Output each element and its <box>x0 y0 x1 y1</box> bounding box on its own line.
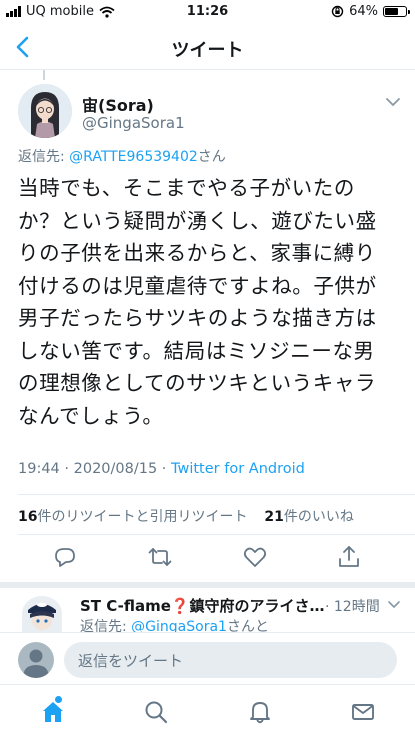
thread-line <box>43 70 45 80</box>
tweet-line: なんでしょう。 <box>18 403 164 428</box>
divider <box>18 494 415 495</box>
reply-icon[interactable] <box>52 544 78 570</box>
reply-time: · 12時間 <box>325 599 380 615</box>
home-icon[interactable] <box>40 699 66 725</box>
retweets-label: 件のリツイートと引用リツイート <box>37 509 248 525</box>
search-icon[interactable] <box>143 699 169 725</box>
tweet-line: か？という疑問が湧くし、遊びたい盛 <box>18 208 377 233</box>
reply-author-name[interactable]: ST C-flame❓鎮守府のアライさ… <box>80 595 325 616</box>
tweet-timestamp: 19:44 · 2020/08/15 · <box>18 461 172 477</box>
likes-label: 件のいいね <box>283 509 354 525</box>
tweet-stats: 16件のリツイートと引用リツイート 21件のいいね <box>18 506 354 526</box>
notifications-icon[interactable] <box>247 699 273 725</box>
tweet-actions <box>0 544 415 574</box>
like-icon[interactable] <box>242 544 268 570</box>
section-separator <box>0 582 415 588</box>
chevron-down-icon[interactable] <box>387 600 401 610</box>
author-avatar[interactable] <box>18 84 72 138</box>
tweet-source-link[interactable]: Twitter for Android <box>171 461 305 477</box>
battery-percent: 64% <box>349 4 378 19</box>
chevron-down-icon[interactable] <box>385 96 401 108</box>
nav-bar: ツイート <box>0 24 415 70</box>
tweet-line: 男子だったらサツキのような描き方は <box>18 306 377 330</box>
divider <box>18 534 415 535</box>
status-bar: UQ mobile 11:26 64% <box>0 0 415 24</box>
avatar-illustration <box>18 84 72 138</box>
tweet-text: 当時でも、そこまでやる子がいたの か？という疑問が湧くし、遊びたい盛 りの子供を… <box>18 172 406 432</box>
tweet-line: 当時でも、そこまでやる子がいたの <box>18 176 355 200</box>
likes-count: 21 <box>264 509 284 525</box>
share-icon[interactable] <box>336 544 362 570</box>
reply-suffix: さん <box>197 149 226 165</box>
retweet-icon[interactable] <box>147 544 173 570</box>
user-avatar[interactable] <box>18 642 54 678</box>
compose-bar: 返信をツイート <box>0 632 415 684</box>
reply-input[interactable]: 返信をツイート <box>64 642 397 678</box>
reply-context: 返信先: @RATTE96539402さん <box>18 146 226 166</box>
tab-bar <box>0 684 415 739</box>
battery-icon <box>383 6 410 17</box>
default-avatar-icon <box>23 649 49 678</box>
author-display-name[interactable]: 宙(Sora) <box>82 92 154 116</box>
retweets-stat[interactable]: 16件のリツイートと引用リツイート <box>18 509 247 525</box>
tweet-line: の理想像としてのサツキというキャラ <box>18 371 377 395</box>
tweet-line: りの子供を出来るからと、家事に縛り <box>18 241 376 265</box>
page-title: ツイート <box>171 40 244 61</box>
tweet-meta: 19:44 · 2020/08/15 · Twitter for Android <box>18 461 305 477</box>
rotation-lock-icon <box>331 5 344 18</box>
likes-stat[interactable]: 21件のいいね <box>264 509 353 525</box>
reply-prefix: 返信先: <box>18 149 70 165</box>
new-content-dot <box>55 696 62 703</box>
author-handle[interactable]: @GingaSora1 <box>82 114 185 132</box>
reply-avatar-illustration <box>22 596 62 632</box>
status-right: 64% <box>331 4 410 19</box>
tweet-line: しない筈です。結局はミソジニーな男 <box>18 338 375 363</box>
messages-icon[interactable] <box>350 699 376 725</box>
tweet-line: 付けるのは児童虐待ですよね。子供が <box>18 273 377 298</box>
reply-mention-link[interactable]: @RATTE96539402 <box>69 149 198 165</box>
retweets-count: 16 <box>18 509 38 525</box>
reply-author-avatar[interactable] <box>22 596 62 632</box>
